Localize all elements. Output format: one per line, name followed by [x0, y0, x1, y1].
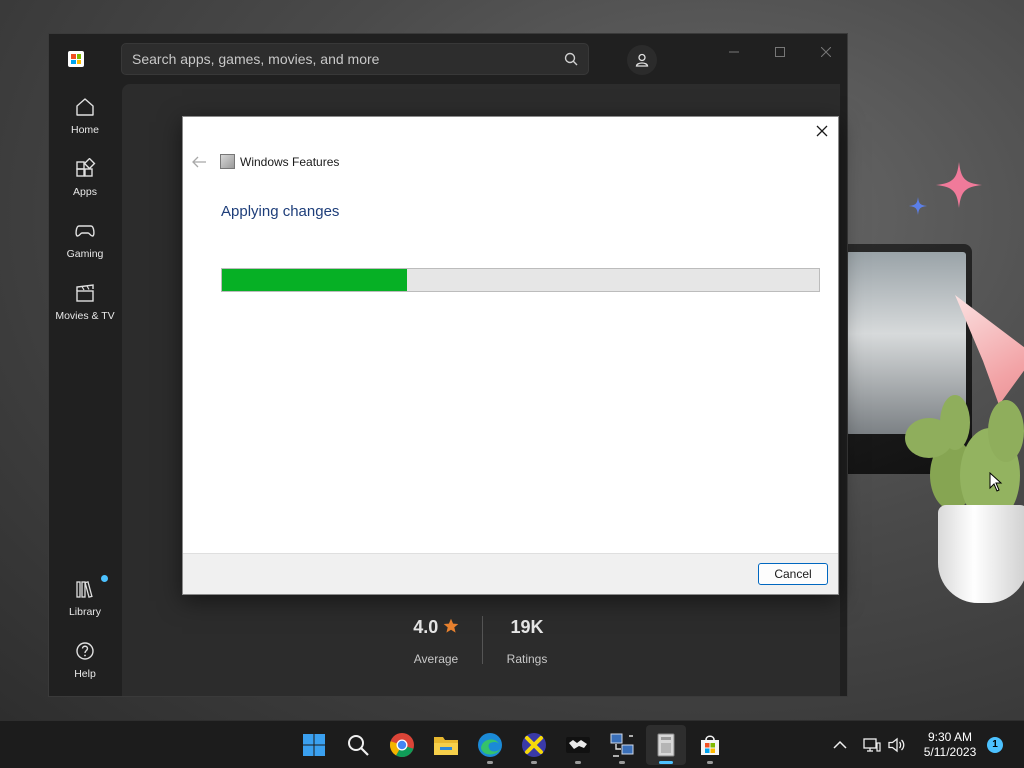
- sidebar-item-gaming[interactable]: Gaming: [49, 214, 121, 270]
- ratings-count-value: 19K: [510, 617, 544, 637]
- chevron-up-icon: [833, 740, 847, 749]
- back-arrow-icon[interactable]: [191, 155, 207, 169]
- person-icon: [635, 53, 649, 67]
- app-x-icon: [522, 733, 546, 757]
- sidebar-item-movies-tv[interactable]: Movies & TV: [49, 276, 121, 332]
- game-app-icon: [566, 737, 590, 753]
- tray-network[interactable]: [862, 735, 882, 755]
- average-rating-label: Average: [413, 652, 459, 666]
- maximize-icon: [775, 47, 785, 57]
- taskbar-edge[interactable]: [470, 725, 510, 765]
- minimize-button[interactable]: [721, 42, 747, 62]
- search-input[interactable]: [122, 44, 562, 74]
- dialog-footer: Cancel: [183, 553, 838, 594]
- sparkle-icon: [909, 197, 927, 215]
- taskbar-chrome[interactable]: [382, 725, 422, 765]
- running-indicator: [619, 761, 625, 764]
- file-explorer-icon: [434, 737, 458, 755]
- clock-time: 9:30 AM: [927, 730, 973, 744]
- gamepad-icon: [75, 225, 95, 237]
- speaker-icon: [888, 737, 905, 753]
- sidebar-item-label: Help: [74, 668, 96, 680]
- sidebar-item-home[interactable]: Home: [49, 90, 121, 146]
- apps-icon: [76, 158, 96, 177]
- store-icon: [701, 735, 719, 755]
- dialog-heading: Applying changes: [221, 203, 340, 220]
- active-indicator: [659, 761, 673, 764]
- dialog-title: Windows Features: [240, 155, 340, 169]
- windows-features-icon: [657, 733, 675, 757]
- star-icon: [443, 618, 459, 633]
- minimize-icon: [729, 51, 739, 53]
- wallpaper-pot: [938, 505, 1024, 603]
- home-icon: [76, 98, 94, 116]
- taskbar-store[interactable]: [690, 725, 730, 765]
- search-icon[interactable]: [564, 52, 578, 66]
- system-clock[interactable]: 9:30 AM 5/11/2023: [914, 730, 986, 760]
- taskbar-network-app[interactable]: [602, 725, 642, 765]
- chrome-icon: [390, 733, 414, 757]
- taskbar-game-app[interactable]: [558, 725, 598, 765]
- store-sidebar: Home Apps Gaming Movies & TV Library Hel…: [49, 84, 121, 696]
- library-update-dot: [101, 575, 108, 582]
- edge-icon: [478, 733, 502, 757]
- taskbar-file-explorer[interactable]: [426, 725, 466, 765]
- sidebar-item-label: Gaming: [66, 248, 104, 260]
- progress-bar: [221, 268, 820, 292]
- sidebar-item-label: Library: [68, 606, 102, 618]
- ratings-count: 19K Ratings: [482, 617, 572, 666]
- store-logo-icon: [68, 51, 84, 67]
- mouse-cursor-icon: [989, 472, 1003, 492]
- sidebar-item-label: Apps: [73, 186, 97, 198]
- store-titlebar: [49, 34, 847, 84]
- tray-overflow-button[interactable]: [830, 735, 850, 755]
- network-app-icon: [610, 733, 634, 757]
- windows-features-icon: [220, 154, 235, 169]
- clapperboard-icon: [76, 284, 94, 302]
- close-window-button[interactable]: [813, 42, 839, 62]
- sidebar-item-label: Movies & TV: [55, 310, 115, 322]
- progress-fill: [222, 269, 408, 291]
- running-indicator: [487, 761, 493, 764]
- notification-badge[interactable]: 1: [987, 737, 1003, 753]
- library-icon: [76, 581, 93, 598]
- windows-features-dialog: Windows Features Applying changes Cancel: [182, 116, 839, 595]
- ratings-count-label: Ratings: [506, 652, 548, 666]
- close-icon: [821, 47, 831, 57]
- sparkle-icon: [936, 162, 982, 208]
- taskbar-search-button[interactable]: [338, 725, 378, 765]
- sidebar-item-label: Home: [70, 124, 99, 136]
- taskbar-windows-features[interactable]: [646, 725, 686, 765]
- taskbar-app-x[interactable]: [514, 725, 554, 765]
- sidebar-item-help[interactable]: Help: [49, 634, 121, 690]
- tray-volume[interactable]: [887, 735, 907, 755]
- average-rating: 4.0 Average: [391, 617, 481, 666]
- network-icon: [863, 738, 881, 752]
- maximize-button[interactable]: [767, 42, 793, 62]
- account-button[interactable]: [627, 45, 657, 75]
- store-search-box[interactable]: [121, 43, 589, 75]
- close-icon[interactable]: [814, 123, 830, 139]
- running-indicator: [707, 761, 713, 764]
- running-indicator: [531, 761, 537, 764]
- taskbar: 9:30 AM 5/11/2023 1: [0, 720, 1024, 768]
- sidebar-item-apps[interactable]: Apps: [49, 152, 121, 208]
- help-icon: [76, 642, 94, 660]
- cancel-button[interactable]: Cancel: [758, 563, 828, 585]
- sidebar-item-library[interactable]: Library: [49, 572, 121, 628]
- start-button[interactable]: [294, 725, 334, 765]
- windows-start-icon: [303, 734, 325, 756]
- search-icon: [348, 735, 369, 756]
- clock-date: 5/11/2023: [923, 745, 977, 759]
- average-rating-value: 4.0: [413, 617, 439, 637]
- running-indicator: [575, 761, 581, 764]
